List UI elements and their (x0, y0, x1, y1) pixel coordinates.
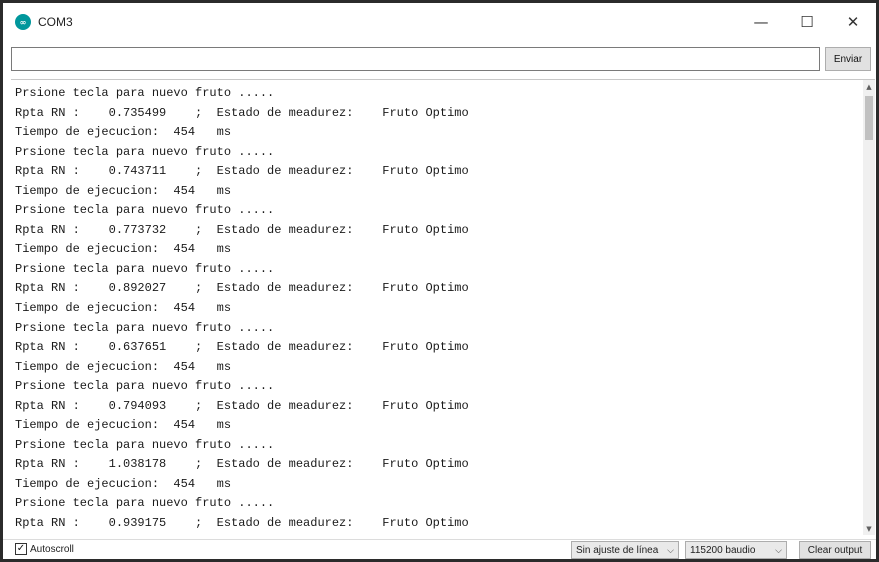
serial-monitor-window: ∞ COM3 — ☐ ✕ Enviar Prsione tecla para n… (0, 0, 879, 562)
window-controls: — ☐ ✕ (738, 3, 876, 41)
output-line: Prsione tecla para nuevo fruto ..... (15, 379, 275, 394)
output-line: Prsione tecla para nuevo fruto ..... (15, 86, 275, 100)
output-line: Prsione tecla para nuevo fruto ..... (15, 437, 275, 452)
arduino-logo-icon: ∞ (15, 14, 31, 30)
output-line: Rpta RN : 0.939175 ; Estado de meadurez:… (15, 516, 469, 531)
output-lines: Prsione tecla para nuevo fruto ..... Rpta… (15, 84, 855, 534)
autoscroll-checkbox[interactable]: ✓ (15, 543, 27, 555)
output-line: Prsione tecla para nuevo fruto ..... (15, 203, 275, 218)
output-line: Rpta RN : 0.892027 ; Estado de meadurez:… (15, 281, 469, 296)
output-line: Prsione tecla para nuevo fruto ..... (15, 261, 275, 276)
serial-output[interactable]: Prsione tecla para nuevo fruto ..... Rpta… (11, 79, 875, 535)
baud-rate-value: 115200 baudio (690, 544, 756, 556)
output-line: Rpta RN : 0.735499 ; Estado de meadurez:… (15, 105, 469, 120)
output-line: Prsione tecla para nuevo fruto ..... (15, 320, 275, 335)
output-line: Tiempo de ejecucion: 454 ms (15, 301, 232, 316)
bottom-bar: ✓ Autoscroll Sin ajuste de línea ⌵ 11520… (3, 539, 876, 559)
output-line: Tiempo de ejecucion: 454 ms (15, 125, 232, 140)
minimize-button[interactable]: — (738, 3, 784, 41)
output-line: Tiempo de ejecucion: 454 ms (15, 242, 232, 257)
autoscroll-toggle[interactable]: ✓ Autoscroll (15, 543, 74, 555)
scroll-down-arrow-icon[interactable]: ▼ (863, 522, 875, 535)
output-line: Rpta RN : 0.637651 ; Estado de meadurez:… (15, 340, 469, 355)
scrollbar-thumb[interactable] (865, 96, 873, 140)
output-line: Rpta RN : 0.743711 ; Estado de meadurez:… (15, 164, 469, 179)
output-line: Rpta RN : 1.038178 ; Estado de meadurez:… (15, 457, 469, 472)
output-line: Rpta RN : 0.794093 ; Estado de meadurez:… (15, 398, 469, 413)
line-ending-value: Sin ajuste de línea (576, 544, 659, 556)
maximize-button[interactable]: ☐ (784, 3, 830, 41)
clear-output-button[interactable]: Clear output (799, 541, 871, 559)
title-bar: ∞ COM3 — ☐ ✕ (3, 3, 876, 41)
output-line: Prsione tecla para nuevo fruto ..... (15, 496, 275, 511)
line-ending-select[interactable]: Sin ajuste de línea ⌵ (571, 541, 679, 559)
autoscroll-label: Autoscroll (30, 543, 74, 555)
output-line: Tiempo de ejecucion: 454 ms (15, 359, 232, 374)
send-row: Enviar (3, 47, 876, 73)
send-input[interactable] (11, 47, 820, 71)
close-button[interactable]: ✕ (830, 3, 876, 41)
baud-rate-select[interactable]: 115200 baudio ⌵ (685, 541, 787, 559)
window-title: COM3 (38, 15, 73, 29)
output-line: Prsione tecla para nuevo fruto ..... (15, 144, 275, 159)
output-line: Rpta RN : 0.773732 ; Estado de meadurez:… (15, 222, 469, 237)
chevron-down-icon: ⌵ (775, 544, 782, 555)
vertical-scrollbar[interactable]: ▲ ▼ (863, 80, 875, 535)
output-line: Tiempo de ejecucion: 454 ms (15, 476, 232, 491)
output-line: Tiempo de ejecucion: 454 ms (15, 183, 232, 198)
chevron-down-icon: ⌵ (667, 544, 674, 555)
output-line: Tiempo de ejecucion: 454 ms (15, 418, 232, 433)
scroll-up-arrow-icon[interactable]: ▲ (863, 80, 875, 94)
send-button[interactable]: Enviar (825, 47, 871, 71)
